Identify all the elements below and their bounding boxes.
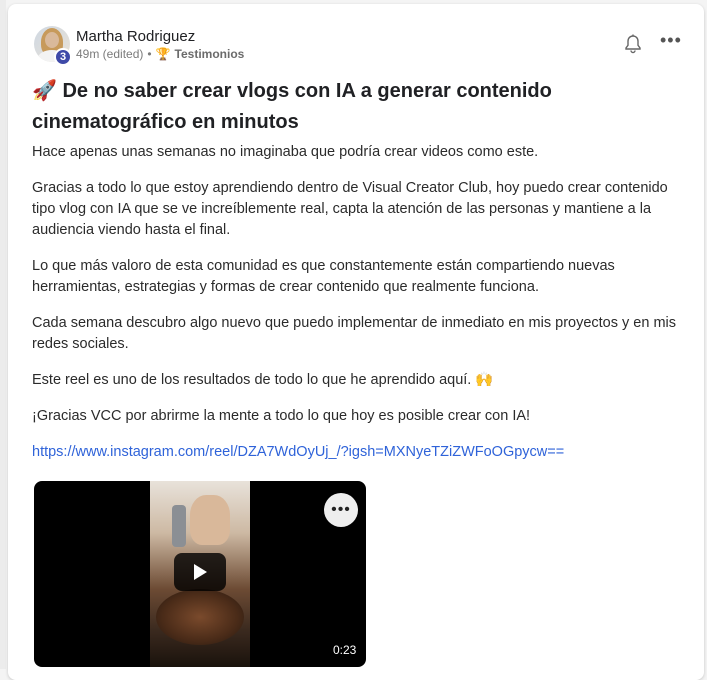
trophy-icon: 🏆 [155,47,171,61]
paragraph: Lo que más valoro de esta comunidad es q… [32,258,615,295]
author-name[interactable]: Martha Rodriguez [76,28,195,45]
more-options-button[interactable]: ••• [660,31,682,49]
video-player[interactable]: ••• 0:23 [34,481,366,667]
paragraph: Gracias a todo lo que estoy aprendiendo … [32,180,668,238]
instagram-link[interactable]: https://www.instagram.com/reel/DZA7WdOyU… [32,444,564,460]
level-badge: 3 [54,48,72,66]
post-meta: 49m (edited) • 🏆 Testimonios [76,47,244,61]
post-time: 49m (edited) [76,47,144,61]
post-title: 🚀 De no saber crear vlogs con IA a gener… [32,80,552,133]
meta-separator: • [147,47,152,61]
video-duration: 0:23 [328,641,362,659]
category-label[interactable]: Testimonios [175,47,245,61]
bell-icon[interactable] [624,34,642,59]
paragraph: ¡Gracias VCC por abrirme la mente a todo… [32,408,531,424]
play-button[interactable] [174,553,226,591]
video-more-button[interactable]: ••• [324,493,358,527]
paragraph: Cada semana descubro algo nuevo que pued… [32,315,677,352]
post-body: Hace apenas unas semanas no imaginaba qu… [32,142,692,478]
post-card: 3 Martha Rodriguez 49m (edited) • 🏆 Test… [8,4,704,680]
background-page-edge [0,0,6,669]
paragraph: Hace apenas unas semanas no imaginaba qu… [32,144,539,160]
play-icon [194,564,207,580]
paragraph: Este reel es uno de los resultados de to… [32,372,494,388]
